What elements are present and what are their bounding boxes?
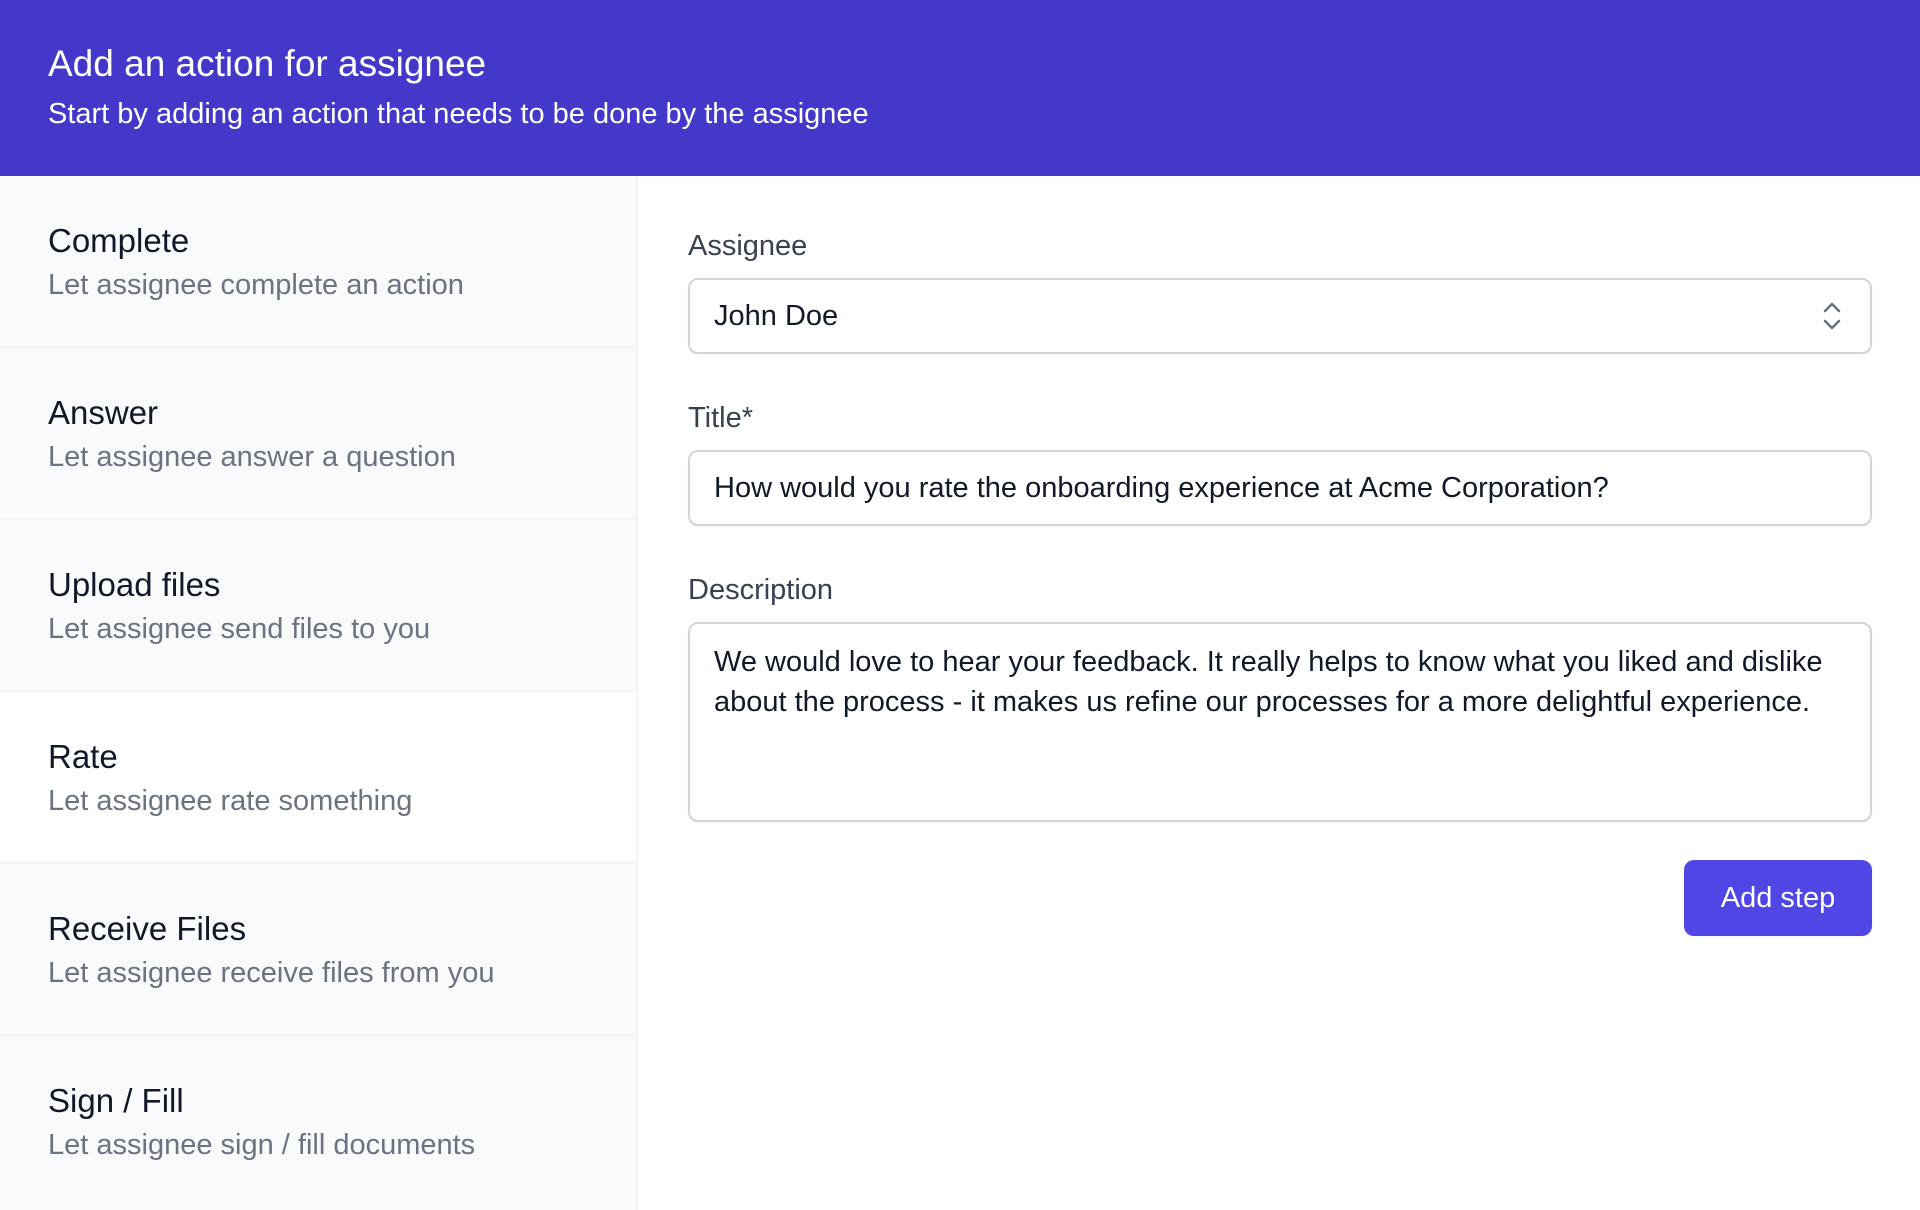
- assignee-label: Assignee: [688, 230, 808, 262]
- assignee-select-wrapper: John Doe: [688, 278, 1872, 354]
- action-option-title: Sign / Fill: [48, 1082, 184, 1119]
- action-option-upload-files[interactable]: Upload files Let assignee send files to …: [0, 520, 636, 692]
- action-option-description: Let assignee answer a question: [48, 441, 456, 473]
- action-option-description: Let assignee rate something: [48, 785, 413, 817]
- action-option-answer[interactable]: Answer Let assignee answer a question: [0, 348, 636, 520]
- action-option-description: Let assignee send files to you: [48, 613, 431, 645]
- description-label: Description: [688, 574, 834, 606]
- title-input[interactable]: How would you rate the onboarding experi…: [688, 450, 1872, 526]
- action-option-description: Let assignee sign / fill documents: [48, 1129, 476, 1161]
- action-option-title: Complete: [48, 222, 190, 259]
- title-group: Title* How would you rate the onboarding…: [688, 398, 1872, 526]
- page-title: Add an action for assignee: [48, 43, 487, 84]
- action-option-title: Rate: [48, 738, 118, 775]
- assignee-selected-value: John Doe: [714, 299, 839, 332]
- assignee-group: Assignee John Doe: [688, 226, 1872, 354]
- action-option-description: Let assignee complete an action: [48, 269, 464, 301]
- action-option-description: Let assignee receive files from you: [48, 957, 495, 989]
- description-textarea[interactable]: We would love to hear your feedback. It …: [688, 622, 1872, 822]
- assignee-select[interactable]: John Doe: [688, 278, 1872, 354]
- action-option-title: Upload files: [48, 566, 221, 603]
- chevron-up-down-icon: [1823, 302, 1841, 330]
- page-header: Add an action for assignee Start by addi…: [0, 0, 1920, 176]
- form-actions: Add step: [688, 860, 1872, 936]
- action-option-complete[interactable]: Complete Let assignee complete an action: [0, 176, 636, 348]
- add-step-button[interactable]: Add step: [1684, 860, 1872, 936]
- action-option-title: Answer: [48, 394, 159, 431]
- description-group: Description We would love to hear your f…: [688, 570, 1872, 822]
- action-option-rate[interactable]: Rate Let assignee rate something: [0, 692, 636, 864]
- action-option-receive-files[interactable]: Receive Files Let assignee receive files…: [0, 864, 636, 1036]
- action-option-sign-fill[interactable]: Sign / Fill Let assignee sign / fill doc…: [0, 1036, 636, 1208]
- page-subtitle: Start by adding an action that needs to …: [48, 98, 869, 130]
- action-type-list: Complete Let assignee complete an action…: [0, 176, 638, 1210]
- action-form: Assignee John Doe Title* How would you r…: [640, 176, 1920, 1210]
- title-label: Title*: [688, 402, 753, 434]
- action-option-title: Receive Files: [48, 910, 247, 947]
